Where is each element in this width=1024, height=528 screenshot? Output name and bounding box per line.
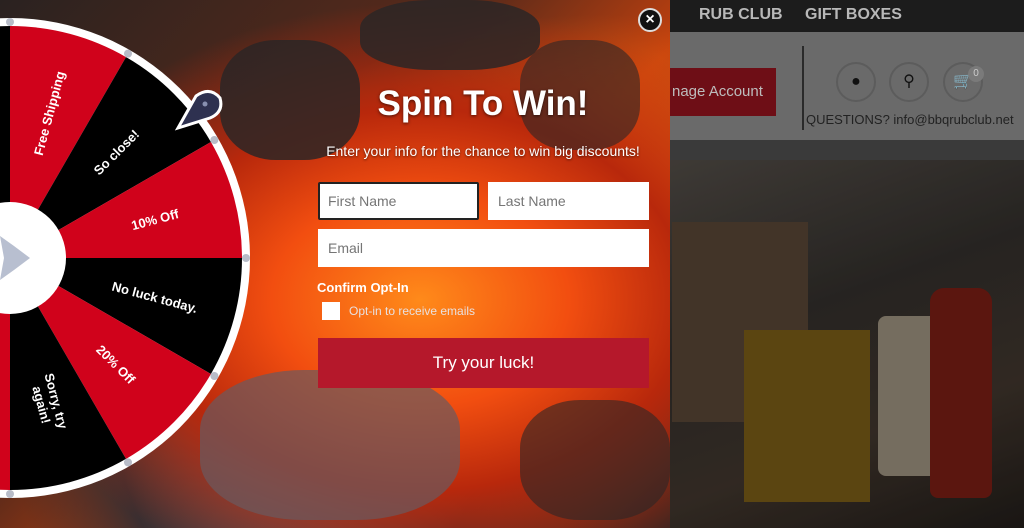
last-name-input[interactable]: [488, 182, 649, 220]
wheel-peg: [124, 458, 132, 467]
prize-wheel: Free Shipping So close!10% OffNo luck tod…: [0, 18, 250, 498]
popup-title: Spin To Win!: [377, 84, 589, 123]
account-icon[interactable]: ●: [836, 62, 876, 102]
coal-decor: [360, 0, 540, 70]
popup-subtitle: Enter your info for the chance to win bi…: [326, 143, 640, 159]
optin-checkbox[interactable]: [322, 302, 340, 320]
nav-rub-club[interactable]: RUB CLUB: [699, 6, 783, 24]
spin-to-win-popup: × Spin To Win! Enter your info for the c…: [0, 0, 670, 528]
overlay-shade: [660, 160, 1024, 528]
optin-heading: Confirm Opt-In: [317, 280, 409, 295]
optin-label: Opt-in to receive emails: [349, 304, 476, 318]
wheel-peg: [210, 136, 219, 144]
pointer-dot: [202, 101, 208, 107]
wheel-peg: [124, 49, 132, 58]
coal-decor: [520, 400, 670, 520]
header-divider: [802, 46, 804, 130]
wheel-peg: [242, 254, 250, 262]
questions-contact: QUESTIONS? info@bbqrubclub.net: [806, 112, 1014, 127]
try-your-luck-button[interactable]: Try your luck!: [318, 338, 649, 388]
search-icon[interactable]: ⚲: [889, 62, 929, 102]
wheel-peg: [210, 372, 219, 380]
email-input[interactable]: [318, 229, 649, 267]
close-button[interactable]: ×: [638, 8, 662, 32]
first-name-input[interactable]: [318, 182, 479, 220]
wheel-peg: [6, 490, 14, 498]
wheel-peg: [6, 18, 14, 26]
cart-count-badge: 0: [968, 66, 984, 82]
manage-account-button[interactable]: nage Account: [660, 68, 776, 116]
nav-gift-boxes[interactable]: GIFT BOXES: [805, 6, 902, 24]
